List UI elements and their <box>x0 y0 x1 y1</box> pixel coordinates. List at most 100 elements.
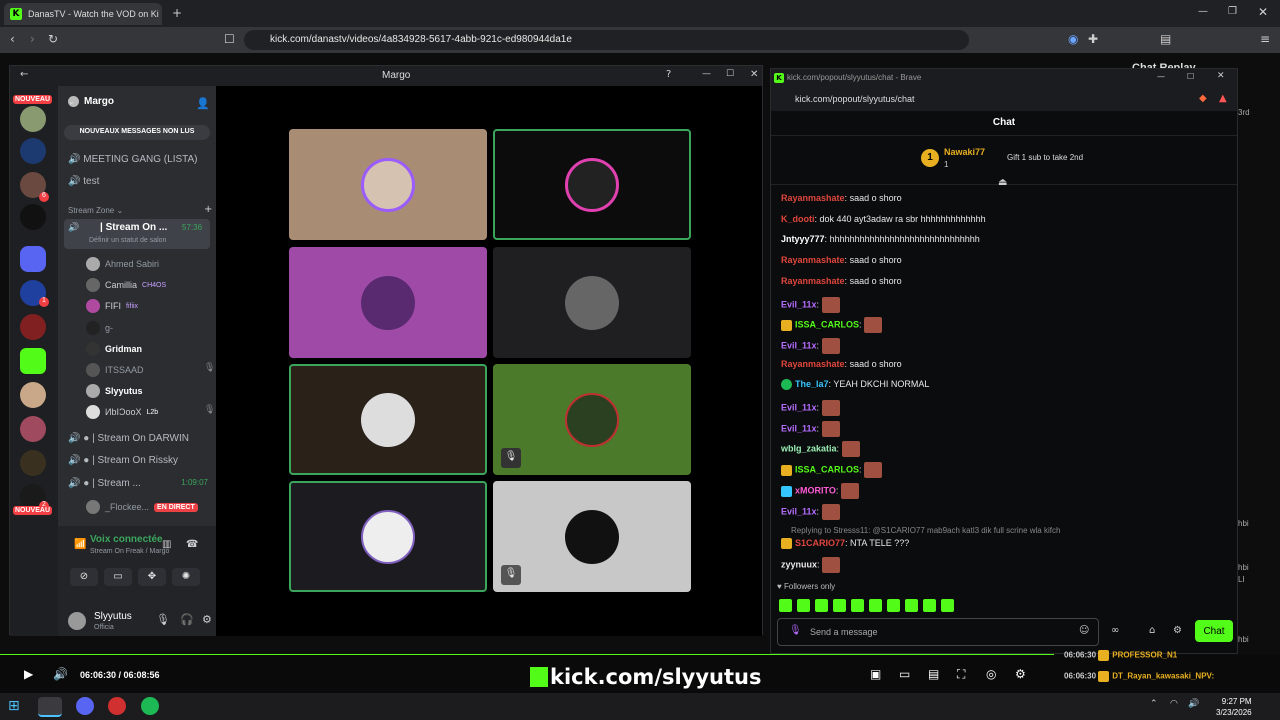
noise-icon[interactable]: ▥ <box>162 540 171 550</box>
chat-username[interactable]: Rayanmashate <box>781 276 845 286</box>
participant-tile[interactable]: 🎙 <box>493 364 691 475</box>
category-stream-zone[interactable]: Stream Zone ⌄ <box>68 206 123 215</box>
close-window-icon[interactable]: ✕ <box>1258 6 1268 18</box>
windows-start-icon[interactable]: ⊞ <box>8 699 20 713</box>
tray-chevron-icon[interactable]: ⌃ <box>1150 700 1158 709</box>
voice-user-live[interactable]: _Flockee... EN DIRECT <box>86 500 198 514</box>
new-tab-icon[interactable]: + <box>172 7 182 19</box>
volume-icon[interactable]: 🔊 <box>1188 700 1199 709</box>
menu-icon[interactable]: ≡ <box>1260 33 1270 45</box>
theater-icon[interactable]: ▭ <box>899 668 910 680</box>
vpn-icon[interactable]: ◉ <box>1068 33 1078 45</box>
brave-taskbar-icon[interactable] <box>38 697 62 717</box>
chat-message-input[interactable]: Send a message <box>777 618 1099 646</box>
add-member-icon[interactable]: 👤 <box>196 98 210 109</box>
gifter-name[interactable]: Nawaki77 <box>944 147 985 157</box>
play-icon[interactable]: ▶ <box>24 668 33 680</box>
participant-tile[interactable] <box>289 481 487 592</box>
close-icon[interactable]: ✕ <box>1217 72 1225 81</box>
minimize-icon[interactable]: — <box>702 70 711 79</box>
send-chat-button[interactable]: Chat <box>1195 620 1233 642</box>
voice-user[interactable]: Camillia CH4OS <box>86 278 166 292</box>
voice-channel-rissky[interactable]: 🔊 ● | Stream On Rissky <box>68 455 178 466</box>
minimize-icon[interactable]: — <box>1157 73 1165 81</box>
new-messages-button[interactable]: NOUVEAUX MESSAGES NON LUS <box>64 125 210 140</box>
server-icon[interactable] <box>20 246 46 272</box>
app-taskbar-icon[interactable] <box>108 697 126 715</box>
popout-address-bar[interactable]: kick.com/popout/slyyutus/chat <box>771 89 1237 111</box>
brave-rewards-icon[interactable]: ▲ <box>1219 94 1227 104</box>
voice-user[interactable]: g- <box>86 321 113 335</box>
emote-icon[interactable] <box>797 599 810 612</box>
chat-username[interactable]: Rayanmashate <box>781 255 845 265</box>
voice-user[interactable]: Slyyutus <box>86 384 143 398</box>
voice-user[interactable]: ИbIϽooX L2b <box>86 405 158 419</box>
emote-icon[interactable] <box>869 599 882 612</box>
clip-icon[interactable]: ▤ <box>928 668 939 680</box>
maximize-icon[interactable]: ❐ <box>1228 7 1237 17</box>
headphones-icon[interactable]: 🎧 <box>180 614 194 625</box>
spotify-taskbar-icon[interactable] <box>141 697 159 715</box>
help-icon[interactable]: ? <box>666 70 671 80</box>
voice-channel-stream[interactable]: 🔊 ● | Stream ... 1:09:07 <box>68 478 208 489</box>
server-header[interactable]: Margo ⌄ <box>68 96 114 107</box>
chat-username[interactable]: wblg_zakatia <box>781 443 837 453</box>
chat-username[interactable]: The_la7 <box>795 379 829 389</box>
participant-tile[interactable] <box>289 247 487 358</box>
address-bar[interactable]: kick.com/danastv/videos/4a834928-5617-4a… <box>244 30 969 50</box>
bookmark-icon[interactable]: ☐ <box>224 33 235 45</box>
microphone-icon[interactable]: 🎙 <box>156 614 170 625</box>
forward-icon[interactable]: › <box>30 33 35 45</box>
participant-tile[interactable] <box>289 364 487 475</box>
chat-username[interactable]: xMORITO <box>795 485 836 495</box>
chat-username[interactable]: K_dooti <box>781 214 815 224</box>
voice-channel-name[interactable]: Stream On Freak / Margo <box>90 548 169 555</box>
server-icon[interactable] <box>20 314 46 340</box>
kick-server-icon[interactable] <box>20 348 46 374</box>
collapse-icon[interactable]: ⏏ <box>998 178 1007 188</box>
emote-icon[interactable] <box>833 599 846 612</box>
reload-icon[interactable]: ↻ <box>48 33 58 45</box>
voice-user[interactable]: ITSSAAD <box>86 363 144 377</box>
voice-user[interactable]: Ahmed Sabiri <box>86 257 159 271</box>
voice-user[interactable]: FIFI fifiix <box>86 299 138 313</box>
sidebar-icon[interactable]: ▤ <box>1160 33 1171 45</box>
chat-username[interactable]: ISSA_CARLOS <box>795 464 859 474</box>
server-icon[interactable] <box>20 138 46 164</box>
voice-user[interactable]: Gridman <box>86 342 142 356</box>
emote-icon[interactable] <box>779 599 792 612</box>
store-icon[interactable]: ⌂ <box>1149 626 1155 636</box>
chat-username[interactable]: ISSA_CARLOS <box>795 319 859 329</box>
participant-tile[interactable] <box>289 129 487 240</box>
chat-username[interactable]: Rayanmashate <box>781 359 845 369</box>
chat-username[interactable]: Evil_11x <box>781 506 817 516</box>
server-icon[interactable] <box>20 204 46 230</box>
pip-icon[interactable]: ▣ <box>870 668 881 680</box>
server-icon[interactable] <box>20 106 46 132</box>
fullscreen-icon[interactable]: ⛶ <box>957 668 965 680</box>
emote-icon[interactable] <box>941 599 954 612</box>
discord-taskbar-icon[interactable] <box>76 697 94 715</box>
emote-icon[interactable] <box>851 599 864 612</box>
server-icon[interactable] <box>20 450 46 476</box>
voice-channel-darwin[interactable]: 🔊 ● | Stream On DARWIN <box>68 433 189 444</box>
chat-username[interactable]: Evil_11x <box>781 402 817 412</box>
gift-cta[interactable]: Gift 1 sub to take 2nd <box>1007 153 1083 162</box>
emote-icon[interactable] <box>923 599 936 612</box>
chat-username[interactable]: zyynuux <box>781 559 817 569</box>
back-icon[interactable]: ‹ <box>10 33 15 45</box>
back-icon[interactable]: ← <box>20 70 28 80</box>
screen-share-button[interactable]: ▭ <box>104 568 132 586</box>
emote-icon[interactable] <box>815 599 828 612</box>
close-icon[interactable]: ✕ <box>750 70 758 80</box>
brave-shield-icon[interactable]: ◆ <box>1199 94 1207 104</box>
server-icon[interactable] <box>20 416 46 442</box>
disconnect-icon[interactable]: ☎ <box>186 540 198 550</box>
add-channel-icon[interactable]: + <box>204 205 212 215</box>
emote-icon[interactable] <box>887 599 900 612</box>
browser-tab[interactable]: K DanasTV - Watch the VOD on Ki × <box>4 3 162 25</box>
chat-username[interactable]: Rayanmashate <box>781 193 845 203</box>
settings-gear-icon[interactable]: ⚙ <box>1015 668 1026 680</box>
chat-username[interactable]: Jntyyy777 <box>781 234 825 244</box>
chat-username[interactable]: Evil_11x <box>781 340 817 350</box>
